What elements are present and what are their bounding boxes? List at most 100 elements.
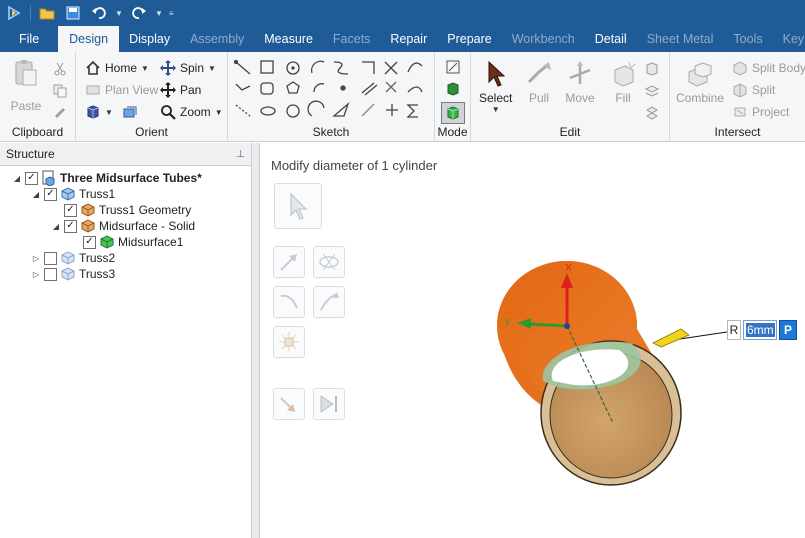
open-folder-icon[interactable] (37, 3, 57, 23)
tree-item-truss3[interactable]: ▷ Truss3 (31, 266, 115, 282)
home-dropdown-icon[interactable]: ▼ (141, 64, 149, 73)
select-button[interactable]: Select ▼ (479, 58, 512, 114)
pull-button[interactable]: Pull (523, 58, 555, 105)
split-button[interactable]: Split (732, 82, 775, 98)
home-button[interactable]: Home ▼ (85, 60, 149, 76)
copy-icon[interactable] (51, 82, 69, 100)
dimension-value[interactable]: 6mm (746, 323, 775, 337)
tab-tools[interactable]: Tools (723, 26, 772, 52)
project-icon (734, 107, 746, 117)
x-axis-label: X (565, 263, 572, 274)
ribbon: Paste Clipboard Home ▼ Spin ▼ Plan View (0, 52, 805, 142)
tree-item-midsurface1[interactable]: ✓ Midsurface1 (70, 234, 183, 250)
sketch-group: Sketch (228, 52, 435, 142)
select-dropdown-icon[interactable]: ▼ (492, 105, 500, 114)
collapse-arrow-icon[interactable]: ◢ (31, 190, 41, 199)
tab-repair[interactable]: Repair (380, 26, 437, 52)
redo-icon[interactable] (129, 3, 149, 23)
pin-icon[interactable]: ⊥ (236, 149, 245, 160)
spin-button[interactable]: Spin ▼ (160, 60, 216, 76)
save-icon[interactable] (63, 3, 83, 23)
design-viewport[interactable]: Modify diameter of 1 cylinder X Y R 6mm … (261, 143, 805, 538)
combine-button[interactable]: Combine (676, 58, 724, 105)
visibility-checkbox[interactable]: ✓ (64, 219, 77, 233)
ribbon-tabs: File Design Display Assembly Measure Fac… (0, 26, 805, 52)
tab-facets[interactable]: Facets (323, 26, 381, 52)
paste-button[interactable]: Paste (10, 57, 42, 113)
zoom-button[interactable]: Zoom ▼ (160, 104, 223, 120)
structure-header: Structure ⊥ (0, 143, 251, 166)
view-cube-dropdown-icon[interactable]: ▼ (105, 108, 113, 117)
select-arrow-icon (480, 58, 512, 90)
tree-item-truss2[interactable]: ▷ Truss2 (31, 250, 115, 266)
visibility-checkbox[interactable]: ✓ (25, 171, 38, 185)
visibility-checkbox[interactable]: ✓ (64, 203, 77, 217)
tree-item-label: Truss1 (79, 187, 116, 201)
undo-dropdown-icon[interactable]: ▼ (115, 9, 123, 18)
spin-dropdown-icon[interactable]: ▼ (208, 64, 216, 73)
app-logo-icon[interactable] (4, 3, 24, 23)
tab-file[interactable]: File (0, 26, 58, 52)
visibility-checkbox[interactable] (44, 251, 57, 265)
tree-item-truss1-geometry[interactable]: ✓ Truss1 Geometry (51, 202, 191, 218)
polyline-tool-icon (235, 83, 251, 91)
collapse-arrow-icon[interactable]: ◢ (51, 222, 61, 231)
point-tool-icon (340, 85, 346, 91)
extra-edit-tool-1-icon[interactable] (643, 60, 661, 78)
split-icon (733, 83, 747, 98)
tree-item-truss1[interactable]: ◢ ✓ Truss1 (31, 186, 115, 202)
orient-group: Home ▼ Spin ▼ Plan View Pan ▼ Zoom ▼ Ori… (76, 52, 228, 142)
arc-tool-icon (310, 60, 325, 74)
plan-view-label: Plan View (105, 83, 159, 97)
tab-keyshot[interactable]: KeySho (773, 26, 805, 52)
split-body-button[interactable]: Split Body (732, 60, 805, 76)
sweep-arc-icon (407, 62, 423, 73)
model-scene[interactable]: X Y (261, 143, 805, 538)
tab-design[interactable]: Design (58, 26, 120, 52)
dimension-lock-button[interactable]: P (779, 320, 797, 340)
customize-icon[interactable]: ≡ (169, 9, 177, 18)
sum-icon (406, 104, 418, 118)
visibility-checkbox[interactable] (44, 267, 57, 281)
visibility-checkbox[interactable]: ✓ (83, 235, 96, 249)
cut-icon[interactable] (51, 60, 69, 78)
tab-workbench[interactable]: Workbench (502, 26, 585, 52)
collapse-arrow-icon[interactable]: ◢ (12, 174, 22, 183)
tab-assembly[interactable]: Assembly (180, 26, 254, 52)
project-button[interactable]: Project (732, 104, 789, 120)
section-mode-icon[interactable] (444, 80, 462, 98)
panel-splitter[interactable] (252, 143, 260, 538)
split-label: Split (752, 83, 776, 97)
view-graph-icon[interactable] (121, 103, 139, 121)
tab-sheet-metal[interactable]: Sheet Metal (637, 26, 724, 52)
expand-arrow-icon[interactable]: ▷ (31, 254, 41, 263)
move-button[interactable]: Move (564, 58, 596, 105)
expand-arrow-icon[interactable]: ▷ (31, 270, 41, 279)
fill-button[interactable]: Fill (607, 58, 639, 105)
undo-icon[interactable] (89, 3, 109, 23)
zoom-dropdown-icon[interactable]: ▼ (215, 108, 223, 117)
mode-group-label: Mode (437, 125, 468, 139)
3d-mode-icon[interactable] (441, 102, 465, 124)
project-label: Project (752, 105, 790, 119)
plan-view-button[interactable]: Plan View (85, 82, 158, 98)
pan-button[interactable]: Pan (160, 82, 201, 98)
tab-measure[interactable]: Measure (254, 26, 323, 52)
dimension-value-wrap: 6mm (743, 320, 777, 340)
split-body-label: Split Body (752, 61, 805, 75)
visibility-checkbox[interactable]: ✓ (44, 187, 57, 201)
tab-detail[interactable]: Detail (585, 26, 637, 52)
three-point-arc-icon (313, 83, 325, 93)
view-cube-button[interactable]: ▼ (85, 104, 113, 120)
extra-edit-tool-3-icon[interactable] (643, 104, 661, 122)
tree-item-midsurface-solid[interactable]: ◢ ✓ Midsurface - Solid (51, 218, 195, 234)
sketch-mode-icon[interactable] (444, 58, 462, 76)
tab-prepare[interactable]: Prepare (437, 26, 501, 52)
tab-display[interactable]: Display (119, 26, 180, 52)
format-painter-icon[interactable] (51, 104, 69, 122)
project-edge-icon (385, 81, 397, 93)
move-grid-icon (386, 104, 398, 116)
tree-item-root[interactable]: ◢ ✓ Three Midsurface Tubes* (12, 170, 202, 186)
extra-edit-tool-2-icon[interactable] (643, 82, 661, 100)
redo-dropdown-icon[interactable]: ▼ (155, 9, 163, 18)
